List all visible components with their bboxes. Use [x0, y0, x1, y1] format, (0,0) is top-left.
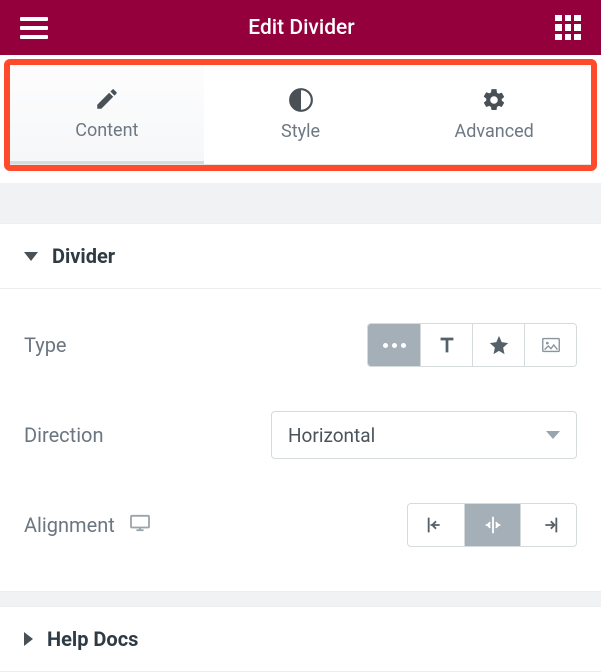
tab-advanced[interactable]: Advanced — [397, 65, 591, 164]
contrast-icon — [288, 87, 314, 113]
spacer — [0, 183, 601, 223]
star-icon — [488, 334, 510, 356]
direction-select[interactable]: Horizontal — [271, 411, 577, 459]
section-help-docs-title: Help Docs — [47, 627, 138, 651]
row-direction: Direction Horizontal — [24, 389, 577, 481]
pencil-icon — [94, 86, 120, 112]
tab-content[interactable]: Content — [10, 65, 204, 164]
align-center-icon — [482, 514, 504, 536]
caret-right-icon — [24, 632, 33, 646]
row-alignment: Alignment — [24, 481, 577, 569]
panel-header: Edit Divider — [0, 0, 601, 55]
ellipsis-icon — [383, 343, 406, 348]
section-divider-controls: Type Direction Horizontal — [0, 288, 601, 591]
caret-down-icon — [24, 252, 38, 261]
label-alignment-text: Alignment — [24, 513, 115, 537]
label-type: Type — [24, 333, 67, 357]
gear-icon — [481, 87, 507, 113]
type-options — [367, 323, 577, 367]
image-icon — [540, 334, 562, 356]
align-option-right[interactable] — [520, 504, 576, 546]
direction-selected: Horizontal — [288, 424, 375, 447]
tabs-container: Content Style Advanced — [0, 55, 601, 183]
hamburger-icon[interactable] — [20, 17, 48, 39]
type-option-icon[interactable] — [472, 324, 524, 366]
type-option-image[interactable] — [524, 324, 576, 366]
align-left-icon — [425, 514, 447, 536]
tab-style[interactable]: Style — [204, 65, 398, 164]
alignment-options — [407, 503, 577, 547]
spacer — [0, 592, 601, 606]
tab-advanced-label: Advanced — [455, 121, 534, 142]
section-help-docs-header[interactable]: Help Docs — [0, 607, 601, 671]
chevron-down-icon — [546, 431, 560, 439]
align-option-left[interactable] — [408, 504, 464, 546]
section-divider: Divider Type Direction — [0, 223, 601, 592]
panel-title: Edit Divider — [48, 16, 555, 40]
widgets-grid-icon[interactable] — [555, 15, 581, 41]
align-right-icon — [538, 514, 560, 536]
section-divider-header[interactable]: Divider — [0, 224, 601, 288]
type-option-none[interactable] — [368, 324, 420, 366]
type-option-text[interactable] — [420, 324, 472, 366]
tab-content-label: Content — [75, 120, 138, 141]
tab-style-label: Style — [281, 121, 320, 142]
section-help-docs: Help Docs — [0, 606, 601, 672]
text-icon — [436, 334, 458, 356]
label-alignment: Alignment — [24, 513, 151, 537]
responsive-desktop-icon[interactable] — [129, 513, 151, 537]
label-direction: Direction — [24, 423, 104, 447]
section-divider-title: Divider — [52, 244, 115, 268]
align-option-center[interactable] — [464, 504, 520, 546]
row-type: Type — [24, 301, 577, 389]
